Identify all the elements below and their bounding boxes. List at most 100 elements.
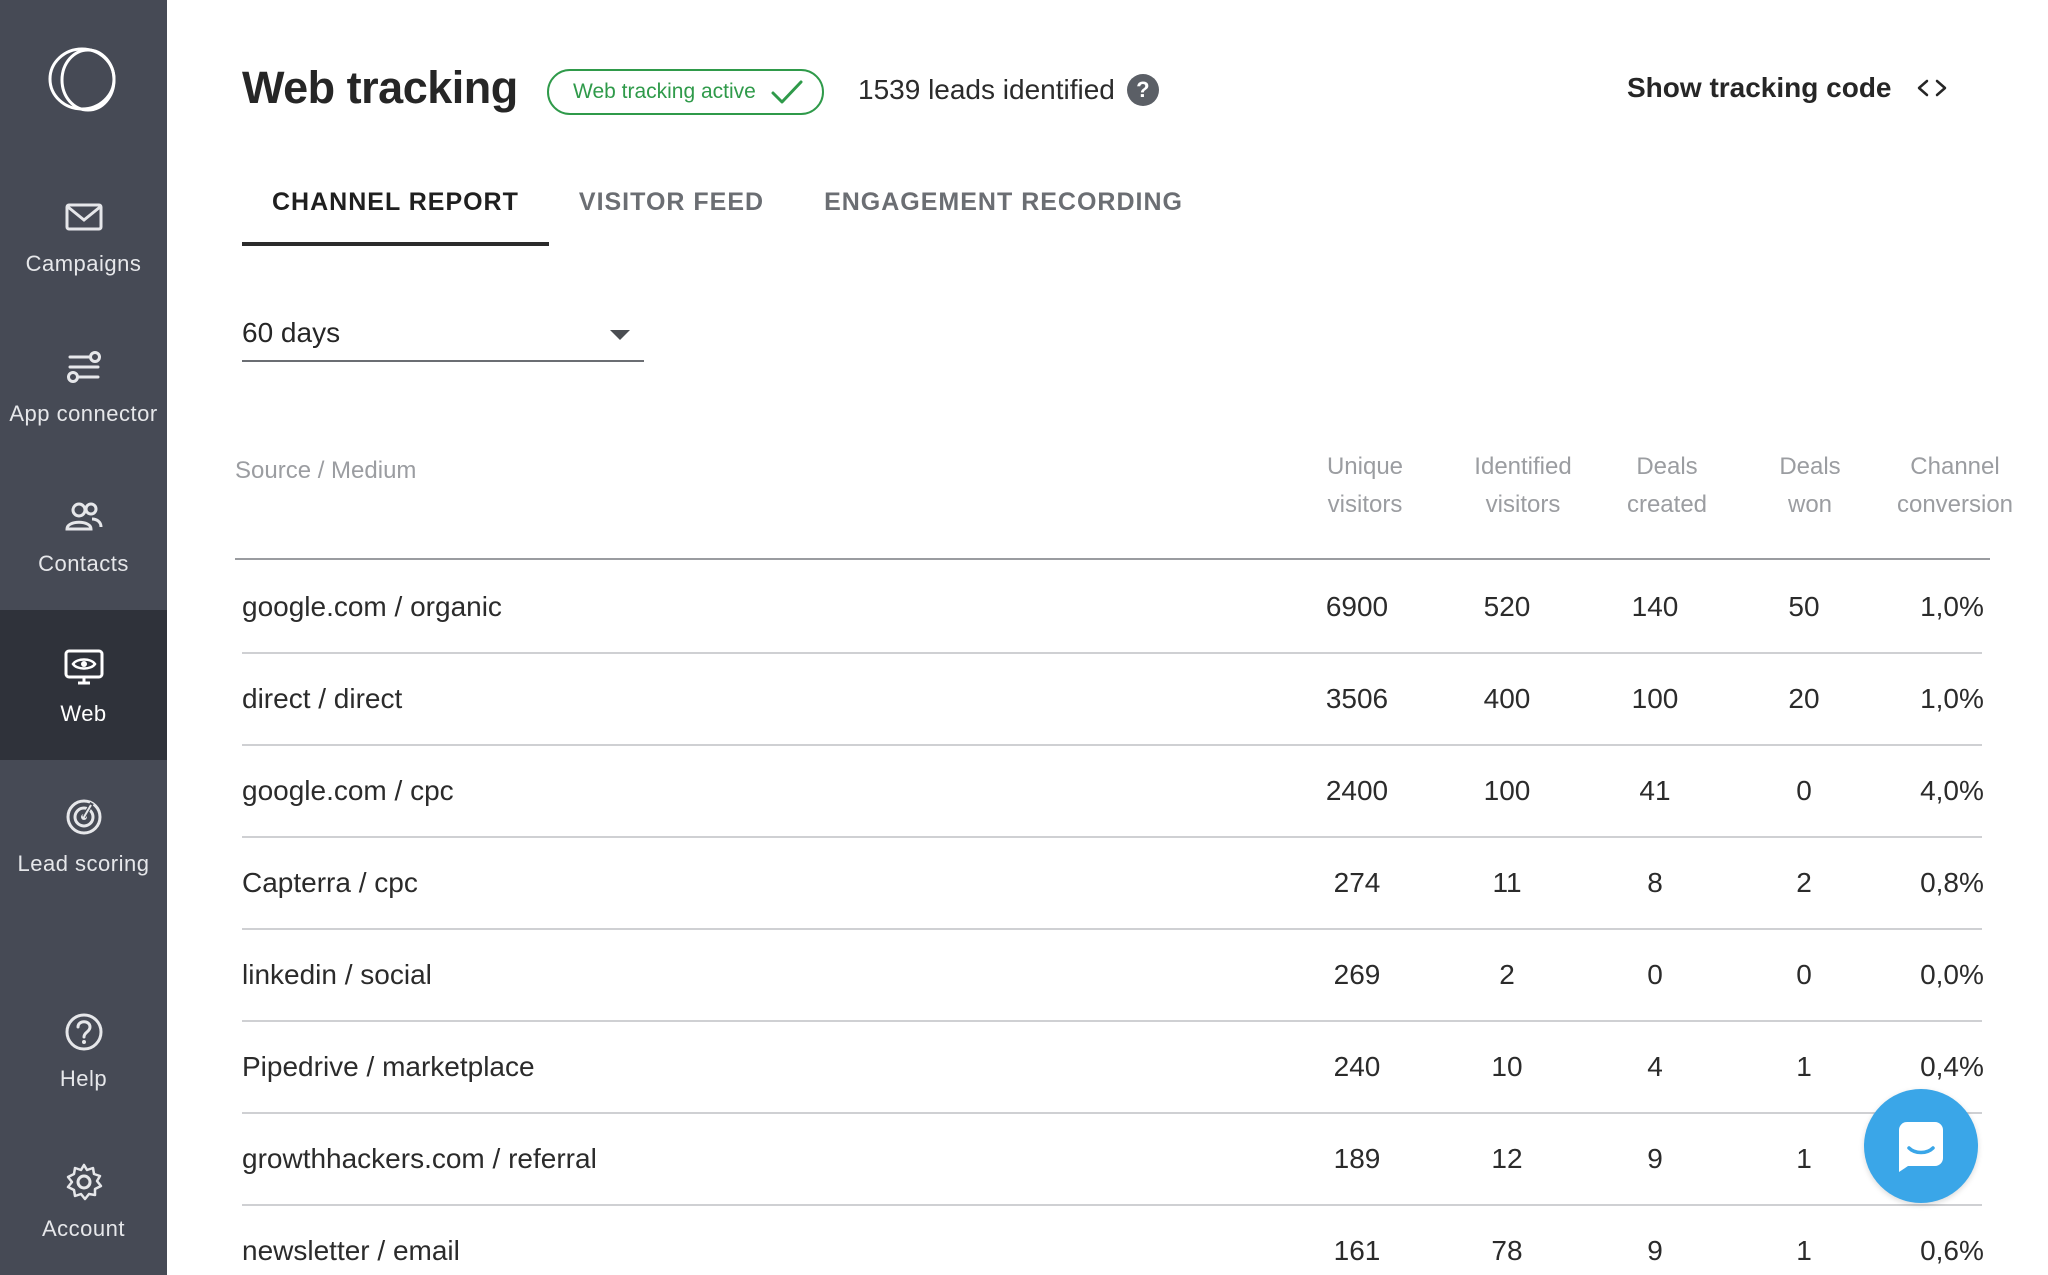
sidebar-item-web[interactable]: Web: [0, 610, 167, 760]
sidebar-item-label: Contacts: [38, 551, 129, 576]
sidebar: Campaigns App connector Contacts Web Lea…: [0, 0, 167, 1275]
tab-channel-report[interactable]: CHANNEL REPORT: [242, 180, 549, 246]
cell-unique-visitors: 6900: [1325, 591, 1389, 622]
sidebar-item-label: Lead scoring: [17, 851, 150, 876]
col-deals-won[interactable]: Deals won: [1745, 448, 1875, 524]
cell-deals-created: 4: [1647, 1051, 1663, 1082]
cell-source-medium: Capterra / cpc: [242, 867, 418, 898]
cell-deals-created: 9: [1647, 1235, 1663, 1266]
cell-source-medium: newsletter / email: [242, 1235, 460, 1266]
cell-unique-visitors: 269: [1333, 959, 1381, 990]
cell-identified-visitors: 2: [1499, 959, 1515, 990]
cell-deals-created: 41: [1639, 775, 1671, 806]
col-header-line: Deals: [1636, 453, 1698, 480]
col-header-line: won: [1787, 491, 1833, 518]
cell-deals-created: 140: [1631, 591, 1679, 622]
cell-identified-visitors: 78: [1491, 1235, 1523, 1266]
table-row[interactable]: google.com / organic 6900 520 140 50 1,0…: [242, 562, 1984, 654]
cell-source-medium: google.com / organic: [242, 591, 502, 622]
col-header-line: visitors: [1327, 491, 1403, 518]
cell-identified-visitors: 400: [1483, 683, 1531, 714]
tab-visitor-feed[interactable]: VISITOR FEED: [549, 180, 794, 246]
col-deals-created[interactable]: Deals created: [1597, 448, 1737, 524]
cell-channel-conversion: 0,0%: [1920, 959, 1984, 990]
cell-deals-created: 8: [1647, 867, 1663, 898]
cell-deals-created: 9: [1647, 1143, 1663, 1174]
page-title: Web tracking: [242, 62, 518, 113]
cell-source-medium: direct / direct: [242, 683, 403, 714]
table-row[interactable]: direct / direct 3506 400 100 20 1,0%: [242, 654, 1984, 746]
tab-engagement-recording[interactable]: ENGAGEMENT RECORDING: [794, 180, 1213, 246]
table-row[interactable]: linkedin / social 269 2 0 0 0,0%: [242, 930, 1984, 1022]
cell-deals-created: 0: [1647, 959, 1663, 990]
col-identified-visitors[interactable]: Identified visitors: [1443, 448, 1603, 524]
cell-deals-won: 1: [1796, 1143, 1812, 1174]
cell-identified-visitors: 11: [1492, 867, 1522, 898]
sidebar-item-help[interactable]: Help: [0, 975, 167, 1125]
col-channel-conversion[interactable]: Channel conversion: [1875, 448, 2035, 524]
mail-icon: [60, 193, 108, 241]
show-tracking-code-label: Show tracking code: [1627, 72, 1892, 103]
cell-channel-conversion: 0,6%: [1920, 1235, 1984, 1266]
cell-unique-visitors: 240: [1333, 1051, 1381, 1082]
sidebar-item-label: Web: [60, 701, 107, 726]
sidebar-item-account[interactable]: Account: [0, 1125, 167, 1275]
leads-identified: 1539 leads identified ?: [858, 74, 1159, 106]
cell-channel-conversion: 1,0%: [1920, 683, 1984, 714]
table-row[interactable]: Capterra / cpc 274 11 8 2 0,8%: [242, 838, 1984, 930]
cell-unique-visitors: 161: [1333, 1235, 1381, 1266]
cell-deals-won: 0: [1796, 959, 1812, 990]
connector-icon: [60, 343, 108, 391]
sidebar-item-contacts[interactable]: Contacts: [0, 460, 167, 610]
question-circle-icon: [60, 1008, 108, 1056]
cell-identified-visitors: 10: [1491, 1051, 1523, 1082]
cell-identified-visitors: 520: [1483, 591, 1531, 622]
sidebar-item-label: Account: [42, 1216, 125, 1241]
sidebar-item-label: Help: [59, 1066, 108, 1091]
table-row[interactable]: google.com / cpc 2400 100 41 0 4,0%: [242, 746, 1984, 838]
cell-source-medium: google.com / cpc: [242, 775, 454, 806]
col-header-line: conversion: [1896, 491, 2014, 518]
show-tracking-code-link[interactable]: Show tracking code: [1627, 72, 1948, 104]
cell-channel-conversion: 1,0%: [1920, 591, 1984, 622]
monitor-eye-icon: [60, 643, 108, 691]
cell-source-medium: Pipedrive / marketplace: [242, 1051, 535, 1082]
cell-identified-visitors: 12: [1491, 1143, 1523, 1174]
report-tabs: CHANNEL REPORT VISITOR FEED ENGAGEMENT R…: [242, 180, 1213, 246]
leads-identified-text: 1539 leads identified: [858, 74, 1115, 105]
help-icon[interactable]: ?: [1126, 74, 1159, 106]
cell-channel-conversion: 0,8%: [1920, 867, 1984, 898]
col-header-line: visitors: [1485, 491, 1561, 518]
cell-unique-visitors: 3506: [1325, 683, 1389, 714]
col-unique-visitors[interactable]: Unique visitors: [1300, 448, 1430, 524]
cell-deals-won: 50: [1788, 591, 1820, 622]
cell-channel-conversion: 4,0%: [1920, 775, 1984, 806]
sidebar-item-label: App connector: [9, 401, 158, 426]
cell-deals-won: 1: [1796, 1235, 1812, 1266]
cell-deals-won: 2: [1796, 867, 1812, 898]
sidebar-item-campaigns[interactable]: Campaigns: [0, 160, 167, 310]
cell-deals-won: 0: [1796, 775, 1812, 806]
target-icon: [60, 793, 108, 841]
cell-unique-visitors: 189: [1333, 1143, 1381, 1174]
code-brackets-icon: [1917, 79, 1946, 97]
gear-icon: [60, 1158, 108, 1206]
cell-deals-created: 100: [1631, 683, 1679, 714]
status-badge: Web tracking active: [547, 69, 824, 115]
cell-source-medium: linkedin / social: [242, 959, 432, 990]
checkmark-icon: [771, 80, 803, 104]
table-row[interactable]: Pipedrive / marketplace 240 10 4 1 0,4%: [242, 1022, 1984, 1114]
sidebar-item-label: Campaigns: [25, 251, 142, 276]
date-range-select[interactable]: 60 days: [242, 306, 644, 362]
cell-unique-visitors: 274: [1333, 867, 1381, 898]
col-header-line: Unique: [1326, 453, 1404, 480]
date-range-value: 60 days: [242, 317, 341, 348]
table-header: Source / Medium Unique visitors Identifi…: [235, 448, 2013, 560]
table-row[interactable]: growthhackers.com / referral 189 12 9 1: [242, 1114, 1982, 1206]
chat-launcher-button[interactable]: [1864, 1089, 1978, 1203]
sidebar-item-app-connector[interactable]: App connector: [0, 310, 167, 460]
col-source-medium[interactable]: Source / Medium: [235, 452, 416, 490]
sidebar-item-lead-scoring[interactable]: Lead scoring: [0, 760, 167, 910]
logo-icon[interactable]: [46, 44, 122, 114]
table-row[interactable]: newsletter / email 161 78 9 1 0,6%: [242, 1206, 1984, 1275]
